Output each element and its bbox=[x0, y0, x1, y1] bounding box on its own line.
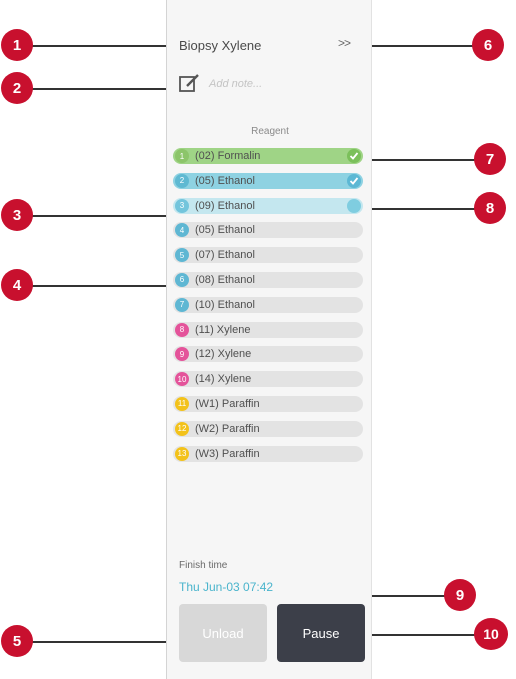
callout-line-5 bbox=[32, 641, 182, 643]
step-number-badge: 4 bbox=[175, 223, 189, 238]
step-number-badge: 10 bbox=[175, 372, 189, 387]
callout-1: 1 bbox=[1, 29, 33, 61]
callout-line-3 bbox=[32, 215, 174, 217]
callout-line-1 bbox=[32, 45, 170, 47]
reagent-label: (07) Ethanol bbox=[195, 249, 255, 262]
callout-2: 2 bbox=[1, 72, 33, 104]
reagent-row[interactable]: 4 (05) Ethanol bbox=[173, 222, 363, 239]
reagent-label: (05) Ethanol bbox=[195, 174, 255, 187]
protocol-panel: Biopsy Xylene >> Add note... Reagent 1 (0… bbox=[166, 0, 372, 679]
reagent-label: (12) Xylene bbox=[195, 348, 252, 361]
reagent-row[interactable]: 13 (W3) Paraffin bbox=[173, 445, 363, 462]
finish-time-value[interactable]: Thu Jun-03 07:42 bbox=[179, 580, 273, 594]
step-number-badge: 8 bbox=[175, 322, 189, 337]
callout-6: 6 bbox=[472, 29, 504, 61]
reagent-list: 1 (02) Formalin 2 (05) Ethanol 3 (09) Ethanol… bbox=[173, 148, 363, 470]
step-number-badge: 1 bbox=[175, 149, 189, 163]
reagent-label: (08) Ethanol bbox=[195, 273, 255, 286]
step-number-badge: 13 bbox=[175, 446, 189, 461]
reagent-label: (W1) Paraffin bbox=[195, 397, 260, 410]
reagent-row[interactable]: 1 (02) Formalin bbox=[173, 148, 363, 164]
reagent-label: (05) Ethanol bbox=[195, 224, 255, 237]
edit-note-icon[interactable] bbox=[179, 74, 205, 94]
reagent-row[interactable]: 5 (07) Ethanol bbox=[173, 247, 363, 264]
finish-time-label: Finish time bbox=[179, 560, 228, 571]
reagent-label: (02) Formalin bbox=[195, 150, 261, 162]
reagent-label: (09) Ethanol bbox=[195, 199, 255, 212]
reagent-row[interactable]: 9 (12) Xylene bbox=[173, 346, 363, 363]
step-number-badge: 3 bbox=[175, 198, 189, 213]
reagent-column-header: Reagent bbox=[251, 126, 289, 137]
callout-line-8 bbox=[360, 208, 490, 210]
expand-panel-button[interactable]: >> bbox=[338, 36, 351, 50]
reagent-row[interactable]: 2 (05) Ethanol bbox=[173, 172, 363, 189]
protocol-title: Biopsy Xylene bbox=[179, 38, 262, 53]
reagent-label: (W2) Paraffin bbox=[195, 422, 260, 435]
reagent-row[interactable]: 10 (14) Xylene bbox=[173, 371, 363, 388]
callout-9: 9 bbox=[444, 579, 476, 611]
step-number-badge: 11 bbox=[175, 396, 189, 411]
reagent-label: (11) Xylene bbox=[195, 323, 251, 336]
callout-5: 5 bbox=[1, 625, 33, 657]
reagent-label: (14) Xylene bbox=[195, 373, 252, 386]
callout-3: 3 bbox=[1, 199, 33, 231]
pause-button[interactable]: Pause bbox=[277, 604, 365, 662]
step-number-badge: 5 bbox=[175, 248, 189, 263]
step-complete-check-icon bbox=[347, 173, 361, 188]
callout-7: 7 bbox=[474, 143, 506, 175]
callout-10: 10 bbox=[474, 618, 508, 650]
reagent-label: (W3) Paraffin bbox=[195, 447, 260, 460]
step-in-progress-icon bbox=[347, 198, 361, 213]
callout-line-7 bbox=[360, 159, 490, 161]
step-number-badge: 12 bbox=[175, 421, 189, 436]
callout-8: 8 bbox=[474, 192, 506, 224]
step-number-badge: 9 bbox=[175, 347, 189, 362]
reagent-label: (10) Ethanol bbox=[195, 298, 255, 311]
step-number-badge: 6 bbox=[175, 272, 189, 287]
unload-button[interactable]: Unload bbox=[179, 604, 267, 662]
reagent-row[interactable]: 7 (10) Ethanol bbox=[173, 296, 363, 313]
add-note-row[interactable]: Add note... bbox=[179, 74, 262, 94]
callout-line-4 bbox=[32, 285, 174, 287]
callout-line-2 bbox=[32, 88, 174, 90]
reagent-row[interactable]: 6 (08) Ethanol bbox=[173, 271, 363, 288]
reagent-row[interactable]: 12 (W2) Paraffin bbox=[173, 420, 363, 437]
step-number-badge: 7 bbox=[175, 297, 189, 312]
step-complete-check-icon bbox=[347, 149, 361, 163]
reagent-row[interactable]: 8 (11) Xylene bbox=[173, 321, 363, 338]
step-number-badge: 2 bbox=[175, 173, 189, 188]
add-note-placeholder: Add note... bbox=[209, 78, 263, 90]
reagent-row[interactable]: 3 (09) Ethanol bbox=[173, 197, 363, 214]
reagent-row[interactable]: 11 (W1) Paraffin bbox=[173, 395, 363, 412]
callout-4: 4 bbox=[1, 269, 33, 301]
